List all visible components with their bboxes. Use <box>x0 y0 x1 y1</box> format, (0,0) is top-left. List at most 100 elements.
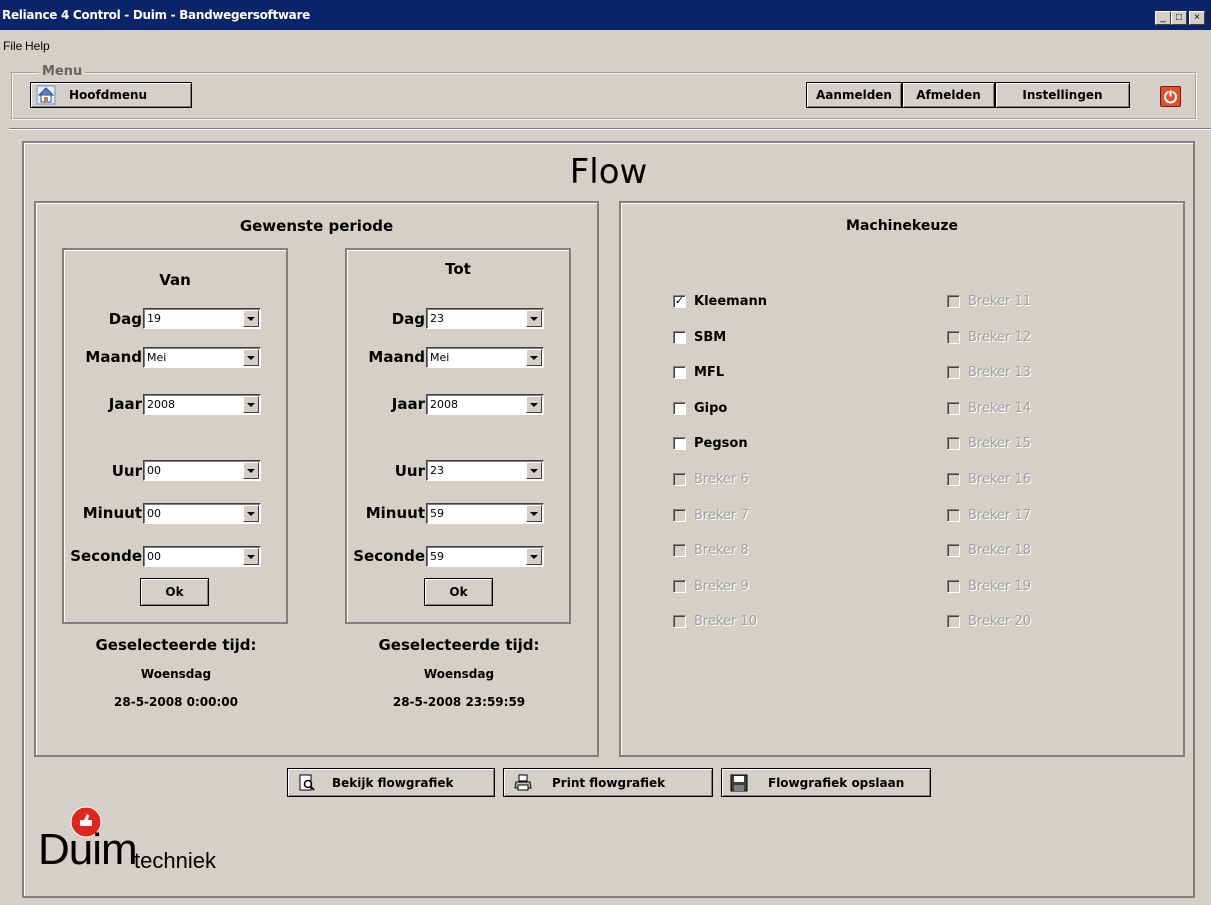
afmelden-button[interactable]: Afmelden <box>902 82 995 108</box>
menu-help[interactable]: Help <box>25 39 50 53</box>
menu-file[interactable]: File <box>3 39 22 53</box>
minimize-icon: _ <box>1160 12 1166 23</box>
machine-checkbox-row[interactable]: Gipo <box>673 401 873 417</box>
chevron-down-icon[interactable] <box>243 505 259 522</box>
chevron-down-icon[interactable] <box>243 462 259 479</box>
power-button[interactable] <box>1160 86 1181 107</box>
machine-checkbox-row: Breker 18 <box>947 543 1147 559</box>
machine-checkbox[interactable] <box>673 330 686 344</box>
aanmelden-label: Aanmelden <box>816 88 892 102</box>
machine-checkbox-row[interactable]: MFL <box>673 365 873 381</box>
van-maand-select[interactable]: Mei <box>143 347 261 368</box>
print-flowgrafiek-button[interactable]: Print flowgrafiek <box>503 768 713 797</box>
aanmelden-button[interactable]: Aanmelden <box>806 82 902 108</box>
machine-checkbox <box>673 508 686 522</box>
machine-checkbox-row[interactable]: Pegson <box>673 436 873 452</box>
van-seconde-select[interactable]: 00 <box>143 546 261 567</box>
separator <box>9 128 1211 130</box>
tot-dag-label: Dag <box>391 310 425 328</box>
tot-maand-label: Maand <box>368 348 425 366</box>
machine-checkbox[interactable]: ✓ <box>673 295 686 308</box>
tot-maand-select[interactable]: Mei <box>426 347 544 368</box>
machine-checkbox-label: Breker 8 <box>694 543 749 559</box>
print-flowgrafiek-label: Print flowgrafiek <box>552 775 666 790</box>
bekijk-flowgrafiek-label: Bekijk flowgrafiek <box>332 775 454 790</box>
tot-minuut-select[interactable]: 59 <box>426 503 544 524</box>
machine-checkbox <box>947 473 960 486</box>
instellingen-button[interactable]: Instellingen <box>995 82 1130 108</box>
tot-minuut-label: Minuut <box>365 504 425 522</box>
machine-checkbox[interactable] <box>673 401 686 415</box>
chevron-down-icon[interactable] <box>243 349 259 366</box>
van-minuut-select[interactable]: 00 <box>143 503 261 524</box>
van-uur-label: Uur <box>111 462 142 480</box>
chevron-down-icon[interactable] <box>243 548 259 565</box>
machine-checkbox <box>947 295 960 308</box>
van-minuut-label: Minuut <box>82 504 142 522</box>
tot-selected-day: Woensdag <box>423 667 495 681</box>
tot-ok-button[interactable]: Ok <box>424 578 493 606</box>
machine-checkbox-row: Breker 8 <box>673 543 873 559</box>
van-ok-button[interactable]: Ok <box>140 578 209 606</box>
chevron-down-icon[interactable] <box>526 310 542 327</box>
machine-checkbox-label: Breker 11 <box>968 294 1032 309</box>
close-window-button[interactable]: × <box>1189 11 1205 25</box>
close-icon: × <box>1194 12 1200 23</box>
machine-checkbox-label: Breker 10 <box>694 614 758 630</box>
machine-checkbox-row: Breker 15 <box>947 436 1147 452</box>
chevron-down-icon[interactable] <box>526 548 542 565</box>
bekijk-flowgrafiek-button[interactable]: Bekijk flowgrafiek <box>287 768 495 797</box>
machine-checkbox-label: Breker 16 <box>968 472 1032 487</box>
machine-checkbox <box>947 615 960 629</box>
machine-checkbox[interactable] <box>673 366 686 380</box>
power-icon <box>1164 90 1177 104</box>
tot-uur-select[interactable]: 23 <box>426 460 544 481</box>
flowgrafiek-opslaan-label: Flowgrafiek opslaan <box>768 775 905 790</box>
machine-checkbox-row[interactable]: SBM <box>673 330 873 346</box>
machine-checkbox-label: Breker 18 <box>968 543 1032 559</box>
van-jaar-select[interactable]: 2008 <box>143 394 261 415</box>
hoofdmenu-button[interactable]: Hoofdmenu <box>30 82 192 108</box>
machine-checkbox-row: Breker 11 <box>947 294 1147 310</box>
machine-checkbox-label: Breker 9 <box>694 578 749 594</box>
window-title: Reliance 4 Control - Duim - Bandwegersof… <box>2 8 310 22</box>
machine-checkbox <box>947 508 960 522</box>
maximize-button[interactable]: □ <box>1171 11 1187 25</box>
van-jaar-label: Jaar <box>108 395 142 413</box>
chevron-down-icon[interactable] <box>526 462 542 479</box>
machine-checkbox-row[interactable]: ✓ Kleemann <box>673 294 873 310</box>
tot-jaar-select[interactable]: 2008 <box>426 394 544 415</box>
tot-seconde-select[interactable]: 59 <box>426 546 544 567</box>
machine-checkbox[interactable] <box>673 437 686 451</box>
machine-checkbox-row: Breker 19 <box>947 579 1147 595</box>
window-titlebar[interactable]: Reliance 4 Control - Duim - Bandwegersof… <box>0 0 1211 30</box>
van-dag-select[interactable]: 19 <box>143 308 261 329</box>
chevron-down-icon[interactable] <box>526 396 542 413</box>
machine-checkbox-label: SBM <box>694 329 727 345</box>
machine-checkbox <box>947 579 960 593</box>
chevron-down-icon[interactable] <box>243 310 259 327</box>
chevron-down-icon[interactable] <box>243 396 259 413</box>
machine-checkbox-label: MFL <box>694 365 725 381</box>
van-seconde-label: Seconde <box>70 547 142 565</box>
tot-uur-label: Uur <box>394 462 425 480</box>
flowgrafiek-opslaan-button[interactable]: Flowgrafiek opslaan <box>721 768 931 797</box>
machine-checkbox-row: Breker 6 <box>673 472 873 488</box>
tot-dag-select[interactable]: 23 <box>426 308 544 329</box>
machine-checkbox <box>673 615 686 629</box>
instellingen-label: Instellingen <box>1022 88 1103 102</box>
van-uur-select[interactable]: 00 <box>143 460 261 481</box>
printer-icon <box>514 774 532 792</box>
machine-checkbox <box>947 366 960 380</box>
van-selected-datetime: 28-5-2008 0:00:00 <box>114 695 238 709</box>
van-selected-day: Woensdag <box>140 667 212 681</box>
hoofdmenu-label: Hoofdmenu <box>69 88 148 102</box>
chevron-down-icon[interactable] <box>526 349 542 366</box>
machine-checkbox-label: Breker 7 <box>694 507 749 523</box>
van-panel <box>62 248 288 624</box>
chevron-down-icon[interactable] <box>526 505 542 522</box>
minimize-button[interactable]: _ <box>1155 11 1171 25</box>
afmelden-label: Afmelden <box>916 88 981 102</box>
magnifier-page-icon <box>298 774 316 792</box>
machine-checkbox-label: Kleemann <box>694 294 767 309</box>
